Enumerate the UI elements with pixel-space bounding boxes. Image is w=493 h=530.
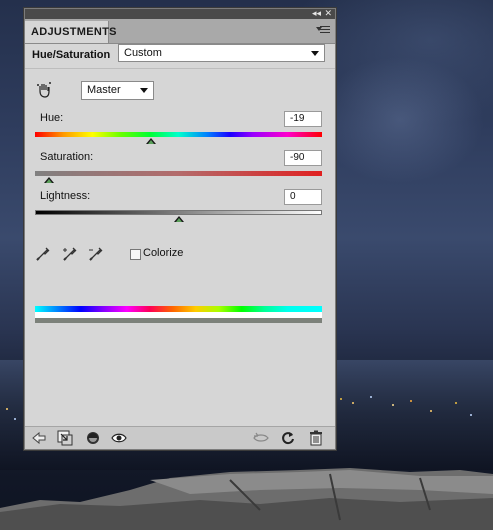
adjustments-panel: ◂◂ ✕ ADJUSTMENTS Hue/Saturation Custom M…: [24, 8, 336, 450]
city-light: [6, 408, 8, 410]
saturation-slider-thumb[interactable]: [44, 177, 55, 183]
city-light: [340, 398, 342, 400]
output-color-bar: [35, 318, 322, 323]
city-light: [470, 414, 472, 416]
city-light: [14, 418, 16, 420]
lightness-slider-track[interactable]: [35, 210, 322, 215]
city-light: [410, 400, 412, 402]
bottom-toolbar: [25, 426, 335, 449]
colorize-label: Colorize: [143, 247, 184, 259]
panel-titlebar: ◂◂ ✕: [25, 8, 335, 19]
city-light: [430, 410, 432, 412]
back-arrow-icon[interactable]: [31, 430, 47, 446]
saturation-label: Saturation:: [40, 151, 94, 163]
eyedropper-add-icon[interactable]: [62, 246, 78, 262]
hue-slider-track[interactable]: [35, 132, 322, 137]
saturation-slider-track[interactable]: [35, 171, 322, 176]
lightness-label: Lightness:: [40, 190, 91, 202]
channel-dropdown[interactable]: Master: [81, 81, 154, 100]
eyedropper-icon[interactable]: [35, 246, 51, 262]
tab-adjustments[interactable]: ADJUSTMENTS: [25, 21, 117, 43]
view-previous-icon[interactable]: [253, 430, 269, 446]
reset-icon[interactable]: [280, 430, 296, 446]
collapse-icon[interactable]: ◂◂: [312, 8, 321, 19]
hue-input[interactable]: -19: [284, 111, 322, 127]
background-rock: [0, 468, 493, 530]
trash-icon[interactable]: [308, 430, 324, 446]
panel-menu-icon[interactable]: [316, 26, 330, 36]
on-image-adjust-icon[interactable]: [36, 82, 52, 98]
divider: [25, 68, 335, 69]
preset-value: Custom: [124, 47, 162, 59]
chevron-down-icon: [140, 88, 148, 93]
city-light: [392, 404, 394, 406]
city-light: [455, 402, 457, 404]
visibility-circle-icon[interactable]: [85, 430, 101, 446]
eye-icon[interactable]: [111, 430, 127, 446]
hue-label: Hue:: [40, 112, 64, 124]
panel-tabbar: ADJUSTMENTS: [25, 19, 335, 44]
city-light: [370, 396, 372, 398]
saturation-input[interactable]: -90: [284, 150, 322, 166]
lightness-input[interactable]: 0: [284, 189, 322, 205]
hue-slider-thumb[interactable]: [146, 138, 157, 144]
close-icon[interactable]: ✕: [324, 8, 332, 19]
adjustment-header: Hue/Saturation Custom: [25, 44, 335, 66]
channel-value: Master: [87, 84, 121, 96]
colorize-checkbox[interactable]: [130, 249, 141, 260]
lightness-slider-thumb[interactable]: [173, 216, 184, 222]
chevron-down-icon: [311, 51, 319, 56]
clip-to-layer-icon[interactable]: [57, 430, 73, 446]
adjustment-title: Hue/Saturation: [32, 49, 111, 61]
eyedropper-subtract-icon[interactable]: [88, 246, 104, 262]
city-light: [352, 402, 354, 404]
preset-dropdown[interactable]: Custom: [118, 44, 325, 62]
